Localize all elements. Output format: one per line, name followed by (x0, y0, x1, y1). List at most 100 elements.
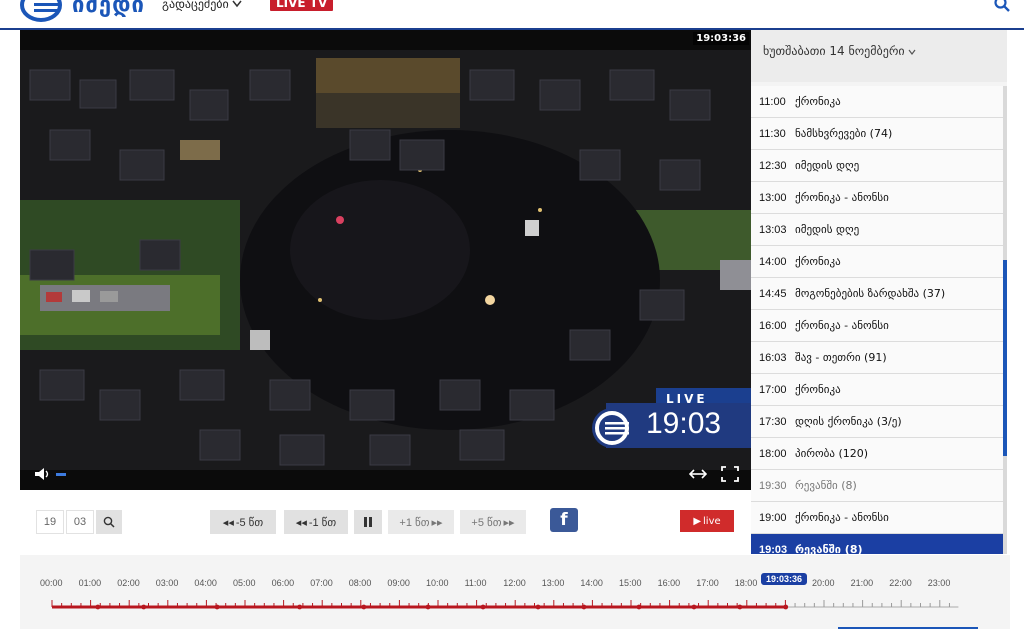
timeline-hour-label: 04:00 (194, 578, 217, 588)
schedule-item[interactable]: 11:00 ქრონიკა (751, 86, 1003, 118)
timeline-hour-label: 02:00 (117, 578, 140, 588)
site-header: იმედი გადაცემები LIVE TV (0, 0, 1024, 30)
search-icon[interactable] (994, 0, 1010, 12)
video-player[interactable]: 19:03:36 LIVE 19:03 (20, 30, 751, 490)
timeline-hour-label: 16:00 (657, 578, 681, 588)
timeline-program-dot[interactable] (783, 604, 789, 610)
schedule-item[interactable]: 13:00 ქრონიკა - ანონსი (751, 182, 1003, 214)
schedule-item-time: 19:00 (759, 511, 787, 524)
programs-menu[interactable]: გადაცემები (162, 0, 242, 11)
volume-icon[interactable] (34, 467, 52, 481)
timeline-program-dot[interactable] (737, 604, 743, 610)
schedule-scroll-thumb[interactable] (1003, 260, 1007, 456)
timeline-hour-label: 15:00 (619, 578, 642, 588)
live-overlay-label: LIVE (666, 392, 708, 406)
live-overlay: LIVE 19:03 (586, 388, 751, 448)
resize-icon[interactable] (689, 467, 707, 481)
schedule-item[interactable]: 19:30 რევანში (8) (751, 470, 1003, 502)
schedule-item[interactable]: 14:45 მოგონებების ზარდახშა (37) (751, 278, 1003, 310)
schedule-item-title: შავ - თეთრი (91) (795, 351, 887, 364)
search-icon (103, 516, 115, 528)
timeline-track[interactable] (20, 555, 1010, 629)
timeline-hour-label: 20:00 (812, 578, 835, 588)
timeline[interactable]: 19:03:36 00:00 01:00 02:00 03:00 04:00 05:00 0… (20, 555, 1010, 629)
pause-icon (364, 517, 372, 527)
timeline-program-dot[interactable] (361, 604, 367, 610)
schedule-item[interactable]: 18:00 პირობა (120) (751, 438, 1003, 470)
schedule-item-title: რევანში (8) (795, 543, 863, 554)
forward-1-button[interactable]: +1 წთ ▸▸ (388, 510, 454, 534)
timeline-program-dot[interactable] (141, 604, 147, 610)
schedule-item[interactable]: 12:30 იმედის დღე (751, 150, 1003, 182)
timeline-hour-label: 00:00 (40, 578, 63, 588)
schedule-item-time: 14:00 (759, 255, 787, 268)
schedule-item[interactable]: 19:03 რევანში (8) (751, 534, 1003, 554)
schedule-item-title: ქრონიკა (795, 383, 841, 396)
schedule-item[interactable]: 17:30 დღის ქრონიკა (3/ე) (751, 406, 1003, 438)
schedule-item-time: 19:03 (759, 543, 788, 555)
timeline-hour-label: 11:00 (464, 578, 487, 588)
timeline-program-dot[interactable] (214, 604, 220, 610)
live-tv-button[interactable]: LIVE TV (270, 0, 334, 11)
schedule-item[interactable]: 11:30 ნამსხვრევები (74) (751, 118, 1003, 150)
schedule-item[interactable]: 19:00 ქრონიკა - ანონსი (751, 502, 1003, 534)
timeline-hour-label: 07:00 (310, 578, 333, 588)
imedi-logo-icon[interactable] (20, 0, 62, 22)
minute-input[interactable]: 03 (66, 510, 94, 534)
fullscreen-icon[interactable] (721, 466, 739, 482)
timeline-program-dot[interactable] (480, 604, 486, 610)
forward-5-button[interactable]: +5 წთ ▸▸ (460, 510, 526, 534)
play-icon: ▶ (693, 515, 702, 527)
logo-text[interactable]: იმედი (72, 0, 145, 18)
timeline-hour-label: 13:00 (541, 578, 565, 588)
timeline-program-dot[interactable] (535, 604, 541, 610)
timeline-program-dot[interactable] (581, 604, 587, 610)
schedule-item[interactable]: 16:00 ქრონიკა - ანონსი (751, 310, 1003, 342)
forward-icon: ▸▸ (503, 516, 515, 529)
schedule-item-time: 16:03 (759, 351, 787, 364)
rewind-5-button[interactable]: ◂◂ -5 წთ (210, 510, 276, 534)
go-live-button[interactable]: ▶ live (680, 510, 734, 532)
schedule-date-selector[interactable]: ხუთშაბათი 14 ნოემბერი (751, 30, 1007, 82)
player-controls (20, 458, 751, 490)
playback-control-row: 19 03 ◂◂ -5 წთ ◂◂ -1 წთ +1 წთ ▸▸ +5 წთ ▸… (30, 508, 750, 536)
timeline-program-dot[interactable] (691, 604, 697, 610)
time-search-button[interactable] (96, 510, 122, 534)
schedule-item-title: ქრონიკა (795, 95, 841, 108)
schedule-item-title: დღის ქრონიკა (3/ე) (795, 415, 902, 428)
schedule-item-time: 13:03 (759, 223, 787, 236)
timeline-hour-label: 08:00 (348, 578, 372, 588)
pause-button[interactable] (354, 510, 382, 534)
timeline-hour-label: 03:00 (155, 578, 179, 588)
hour-input[interactable]: 19 (36, 510, 64, 534)
schedule-item-time: 11:30 (759, 127, 786, 140)
facebook-share-button[interactable]: f (550, 508, 578, 532)
volume-slider[interactable] (56, 473, 66, 476)
forward-5-label: +5 წთ (471, 516, 502, 529)
schedule-item-time: 13:00 (759, 191, 787, 204)
schedule-date: ხუთშაბათი 14 ნოემბერი (763, 44, 905, 58)
schedule-list: 11:00 ქრონიკა 11:30 ნამსხვრევები (74) 12:30 ი… (751, 86, 1007, 554)
schedule-item-time: 19:30 (759, 479, 787, 492)
rewind-icon: ◂◂ (295, 516, 307, 529)
timeline-program-dot[interactable] (425, 604, 431, 610)
timeline-program-dot[interactable] (95, 604, 101, 610)
timeline-current-time[interactable]: 19:03:36 (761, 573, 808, 585)
schedule-item[interactable]: 16:03 შავ - თეთრი (91) (751, 342, 1003, 374)
schedule-item[interactable]: 17:00 ქრონიკა (751, 374, 1003, 406)
schedule-item[interactable]: 13:03 იმედის დღე (751, 214, 1003, 246)
timeline-program-dot[interactable] (297, 604, 303, 610)
rewind-1-button[interactable]: ◂◂ -1 წთ (284, 510, 348, 534)
timeline-hour-label: 23:00 (927, 578, 951, 588)
schedule-item-title: იმედის დღე (795, 159, 860, 172)
schedule-item[interactable]: 14:00 ქრონიკა (751, 246, 1003, 278)
timeline-program-dot[interactable] (636, 604, 642, 610)
forward-icon: ▸▸ (431, 516, 443, 529)
schedule-item-title: მოგონებების ზარდახშა (37) (795, 287, 946, 300)
schedule-item-title: ქრონიკა - ანონსი (795, 319, 889, 332)
schedule-item-time: 14:45 (759, 287, 787, 300)
timeline-hour-label: 18:00 (734, 578, 758, 588)
schedule-item-time: 17:30 (759, 415, 787, 428)
schedule-scrollbar[interactable] (1003, 86, 1007, 554)
timeline-hour-label: 14:00 (580, 578, 603, 588)
